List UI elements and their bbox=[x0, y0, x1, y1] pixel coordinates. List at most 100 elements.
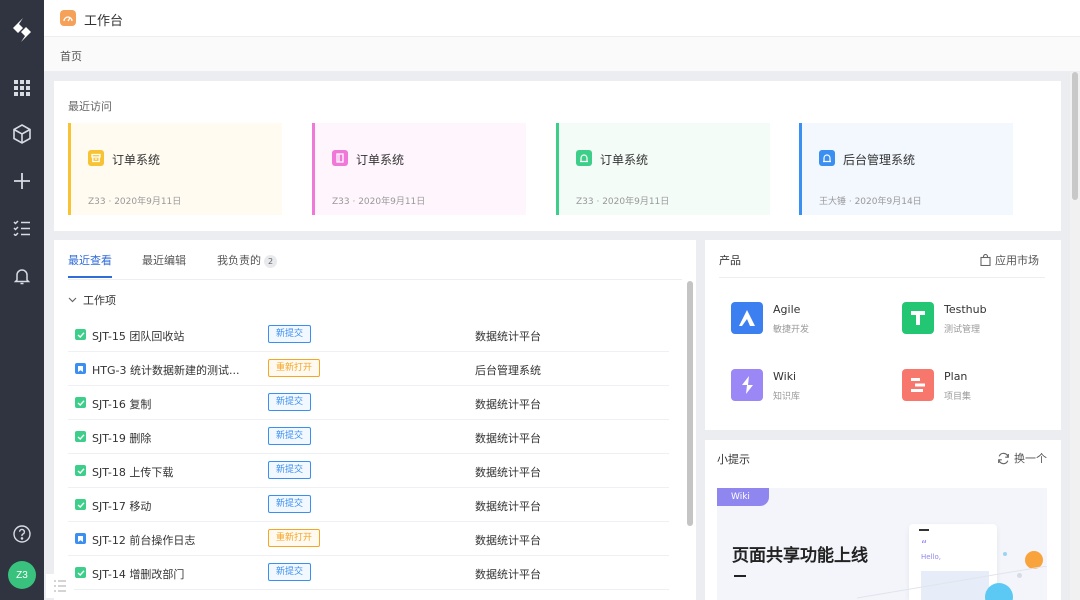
tip-banner[interactable]: Wiki 页面共享功能上线 “ Hello, bbox=[717, 488, 1047, 600]
table-row[interactable]: SJT-15 团队回收站 新提交 数据统计平台 bbox=[68, 318, 669, 352]
recent-visits-panel: 最近访问 订单系统 Z33 · 2020年9月11日 订单系统 Z33 · 20… bbox=[54, 81, 1061, 231]
logo-icon[interactable] bbox=[0, 14, 44, 46]
work-item-title[interactable]: SJT-19 删除 bbox=[92, 430, 151, 446]
help-icon[interactable] bbox=[0, 523, 44, 545]
recent-card[interactable]: 订单系统 Z33 · 2020年9月11日 bbox=[556, 123, 770, 215]
quote-mark: “ bbox=[921, 538, 928, 552]
refresh-tip-label: 换一个 bbox=[1014, 452, 1047, 465]
page-scrollbar[interactable] bbox=[1070, 72, 1080, 600]
project-name: 数据统计平台 bbox=[475, 398, 541, 411]
apps-grid-icon[interactable] bbox=[0, 78, 44, 98]
work-item-title[interactable]: SJT-12 前台操作日志 bbox=[92, 532, 195, 548]
project-name: 数据统计平台 bbox=[475, 432, 541, 445]
work-item-title[interactable]: SJT-18 上传下载 bbox=[92, 464, 173, 480]
archive-box-icon bbox=[88, 150, 104, 166]
work-item-name: 前台操作日志 bbox=[129, 534, 196, 547]
page-scrollbar-thumb[interactable] bbox=[1072, 72, 1078, 200]
recent-card-name: 订单系统 bbox=[600, 153, 649, 167]
refresh-tip-button[interactable]: 换一个 bbox=[997, 450, 1047, 466]
product-desc: 项目集 bbox=[944, 392, 972, 402]
project-name: 数据统计平台 bbox=[475, 466, 541, 479]
work-item-title[interactable]: SJT-15 团队回收站 bbox=[92, 328, 184, 344]
recent-card[interactable]: 订单系统 Z33 · 2020年9月11日 bbox=[312, 123, 526, 215]
decorative-dot bbox=[1003, 552, 1007, 556]
products-panel: 产品 应用市场 Agile 敏捷开发 Testhub 测试管理 Wiki 知识库 bbox=[705, 240, 1061, 430]
status-badge[interactable]: 新提交 bbox=[268, 393, 312, 411]
work-item-title[interactable]: SJT-17 移动 bbox=[92, 498, 151, 514]
recent-visits-title: 最近访问 bbox=[68, 100, 112, 113]
workbench-app: Z3 工作台 首页 最近访问 订单系统 Z33 · 2020年9月11日 订单系… bbox=[0, 0, 1080, 600]
status-badge[interactable]: 新提交 bbox=[268, 495, 312, 513]
work-item-key: SJT-15 bbox=[92, 330, 126, 343]
collapse-menu-icon[interactable] bbox=[46, 574, 74, 598]
top-bar: 工作台 bbox=[44, 0, 1080, 37]
work-item-key: SJT-12 bbox=[92, 534, 126, 547]
work-item-title[interactable]: HTG-3 统计数据新建的测试... bbox=[92, 362, 239, 378]
status-badge[interactable]: 重新打开 bbox=[268, 359, 321, 377]
list-scrollbar[interactable] bbox=[686, 281, 694, 600]
status-badge[interactable]: 新提交 bbox=[268, 563, 312, 581]
products-divider bbox=[719, 277, 1045, 278]
work-item-name: 上传下载 bbox=[129, 466, 174, 479]
table-row[interactable]: SJT-17 移动 新提交 数据统计平台 bbox=[68, 488, 669, 522]
table-row[interactable]: SJT-19 删除 新提交 数据统计平台 bbox=[68, 420, 669, 454]
status-badge[interactable]: 新提交 bbox=[268, 461, 312, 479]
list-scrollbar-thumb[interactable] bbox=[687, 281, 693, 526]
group-label: 工作项 bbox=[83, 294, 116, 307]
status-badge[interactable]: 新提交 bbox=[268, 325, 312, 343]
user-avatar[interactable]: Z3 bbox=[8, 561, 36, 589]
bell-icon[interactable] bbox=[0, 265, 44, 287]
product-agile[interactable]: Agile 敏捷开发 bbox=[731, 302, 881, 342]
testhub-icon bbox=[902, 302, 934, 334]
recent-card-name: 订单系统 bbox=[112, 153, 161, 167]
breadcrumb-home[interactable]: 首页 bbox=[60, 48, 82, 64]
task-check-icon bbox=[75, 499, 86, 510]
work-item-title[interactable]: SJT-16 复制 bbox=[92, 396, 151, 412]
project-name: 数据统计平台 bbox=[475, 330, 541, 343]
work-item-key: SJT-16 bbox=[92, 398, 126, 411]
wiki-icon bbox=[731, 369, 763, 401]
tab-recent-view[interactable]: 最近查看 bbox=[68, 252, 112, 268]
status-badge[interactable]: 新提交 bbox=[268, 427, 312, 445]
status-badge[interactable]: 重新打开 bbox=[268, 529, 321, 547]
task-list-icon[interactable] bbox=[0, 218, 44, 238]
headline-underline bbox=[734, 575, 746, 577]
plan-icon bbox=[902, 369, 934, 401]
wiki-tag: Wiki bbox=[717, 488, 769, 506]
work-items-panel: 最近查看 最近编辑 我负责的 2 工作项 SJT-15 团队回收站 新提交 数据统计平… bbox=[54, 240, 696, 600]
table-row[interactable]: SJT-18 上传下载 新提交 数据统计平台 bbox=[68, 454, 669, 488]
product-testhub[interactable]: Testhub 测试管理 bbox=[902, 302, 1052, 342]
table-row[interactable]: HTG-3 统计数据新建的测试... 重新打开 后台管理系统 bbox=[68, 352, 669, 386]
alarm-icon bbox=[576, 150, 592, 166]
product-plan[interactable]: Plan 项目集 bbox=[902, 369, 1052, 409]
table-row[interactable]: SJT-14 增删改部门 新提交 数据统计平台 bbox=[68, 556, 669, 590]
illustration-line bbox=[919, 529, 929, 531]
table-row[interactable]: SJT-16 复制 新提交 数据统计平台 bbox=[68, 386, 669, 420]
recent-card-meta: Z33 · 2020年9月11日 bbox=[88, 197, 182, 207]
project-name: 数据统计平台 bbox=[475, 500, 541, 513]
app-market-link[interactable]: 应用市场 bbox=[980, 252, 1039, 268]
tab-my-owned[interactable]: 我负责的 2 bbox=[217, 252, 277, 268]
recent-card[interactable]: 订单系统 Z33 · 2020年9月11日 bbox=[68, 123, 282, 215]
shopping-bag-icon bbox=[980, 254, 991, 266]
work-item-name: 增删改部门 bbox=[129, 568, 185, 581]
task-check-icon bbox=[75, 465, 86, 476]
breadcrumb: 首页 bbox=[44, 37, 1080, 72]
task-check-icon bbox=[75, 329, 86, 340]
product-wiki[interactable]: Wiki 知识库 bbox=[731, 369, 881, 409]
plus-icon[interactable] bbox=[0, 171, 44, 191]
tab-recent-edit[interactable]: 最近编辑 bbox=[142, 252, 186, 268]
cube-icon[interactable] bbox=[0, 123, 44, 145]
recent-card[interactable]: 后台管理系统 王大锤 · 2020年9月14日 bbox=[799, 123, 1013, 215]
recent-card-name: 订单系统 bbox=[356, 153, 405, 167]
task-check-icon bbox=[75, 431, 86, 442]
work-item-key: SJT-19 bbox=[92, 432, 126, 445]
work-item-title[interactable]: SJT-14 增删改部门 bbox=[92, 566, 184, 582]
group-header-work-items[interactable]: 工作项 bbox=[68, 292, 116, 308]
work-item-name: 统计数据新建的测试... bbox=[129, 364, 240, 377]
table-row[interactable]: SJT-12 前台操作日志 重新打开 数据统计平台 bbox=[68, 522, 669, 556]
count-badge: 2 bbox=[264, 255, 277, 268]
project-name: 数据统计平台 bbox=[475, 568, 541, 581]
product-desc: 知识库 bbox=[773, 392, 801, 402]
task-check-icon bbox=[75, 397, 86, 408]
